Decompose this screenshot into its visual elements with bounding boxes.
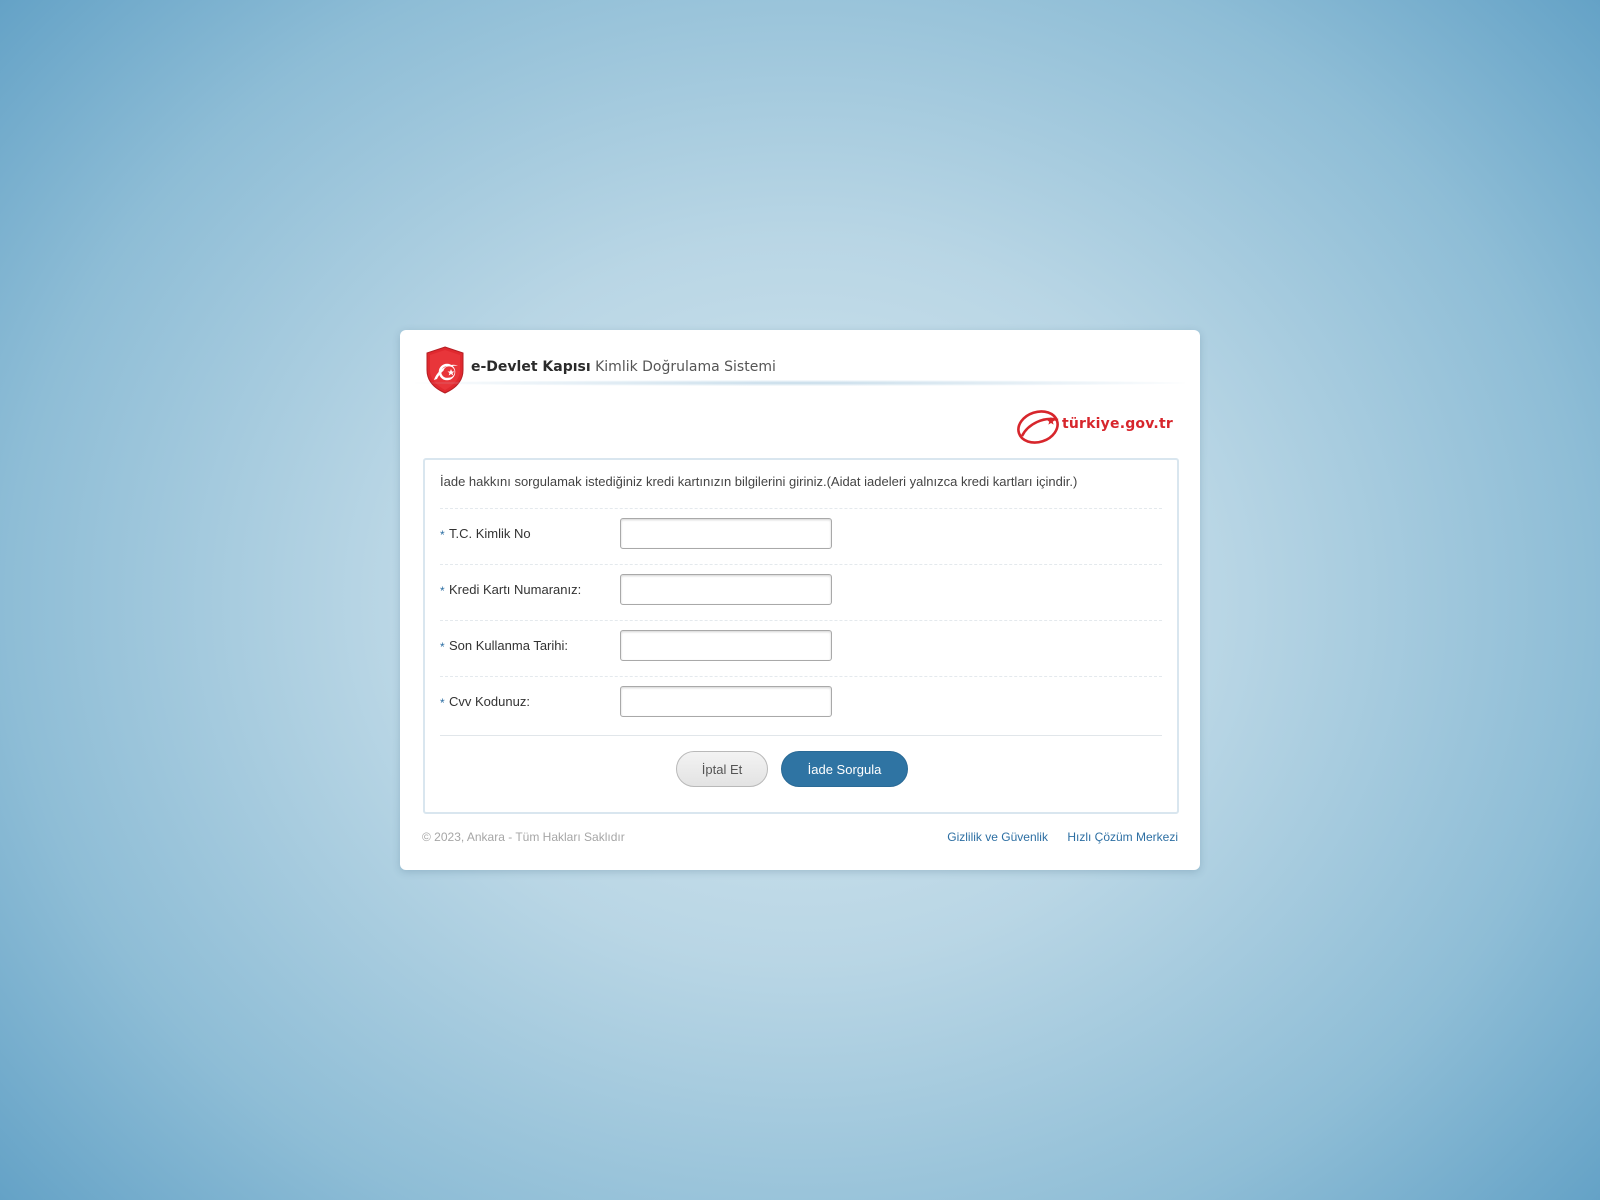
refund-query-button[interactable]: İade Sorgula <box>781 751 908 787</box>
header-title-light: Kimlik Doğrulama Sistemi <box>595 359 776 375</box>
header-title: e-Devlet Kapısı Kimlik Doğrulama Sistemi <box>471 359 776 375</box>
cvv-input[interactable] <box>620 686 832 717</box>
edevlet-shield-icon <box>426 346 464 394</box>
cancel-button[interactable]: İptal Et <box>676 751 768 787</box>
footer-links: Gizlilik ve Güvenlik Hızlı Çözüm Merkezi <box>931 830 1178 844</box>
form-panel: İade hakkını sorgulamak istediğiniz kred… <box>423 458 1179 814</box>
required-marker: * <box>440 640 445 654</box>
required-marker: * <box>440 696 445 710</box>
required-marker: * <box>440 528 445 542</box>
form-instructions: İade hakkını sorgulamak istediğiniz kred… <box>440 474 1078 489</box>
card-number-input[interactable] <box>620 574 832 605</box>
field-row-tc-kimlik: * T.C. Kimlik No <box>440 508 1162 565</box>
tc-kimlik-label: T.C. Kimlik No <box>449 526 531 541</box>
field-row-card-number: * Kredi Kartı Numaranız: <box>440 564 1162 621</box>
card-number-label: Kredi Kartı Numaranız: <box>449 582 582 597</box>
header-title-strong: e-Devlet Kapısı <box>471 359 591 375</box>
header-divider <box>414 380 1186 386</box>
form-divider <box>440 735 1162 736</box>
copyright-text: © 2023, Ankara - Tüm Hakları Saklıdır <box>422 830 625 844</box>
login-card: e-Devlet Kapısı Kimlik Doğrulama Sistemi… <box>400 330 1200 870</box>
field-row-expiry: * Son Kullanma Tarihi: <box>440 620 1162 677</box>
header: e-Devlet Kapısı Kimlik Doğrulama Sistemi <box>400 330 1200 394</box>
expiry-label: Son Kullanma Tarihi: <box>449 638 568 653</box>
required-marker: * <box>440 584 445 598</box>
quick-solution-center-link[interactable]: Hızlı Çözüm Merkezi <box>1067 830 1178 844</box>
expiry-input[interactable] <box>620 630 832 661</box>
brand-text: türkiye.gov.tr <box>1062 416 1173 432</box>
cvv-label: Cvv Kodunuz: <box>449 694 530 709</box>
field-row-cvv: * Cvv Kodunuz: <box>440 676 1162 733</box>
tc-kimlik-input[interactable] <box>620 518 832 549</box>
privacy-security-link[interactable]: Gizlilik ve Güvenlik <box>947 830 1048 844</box>
